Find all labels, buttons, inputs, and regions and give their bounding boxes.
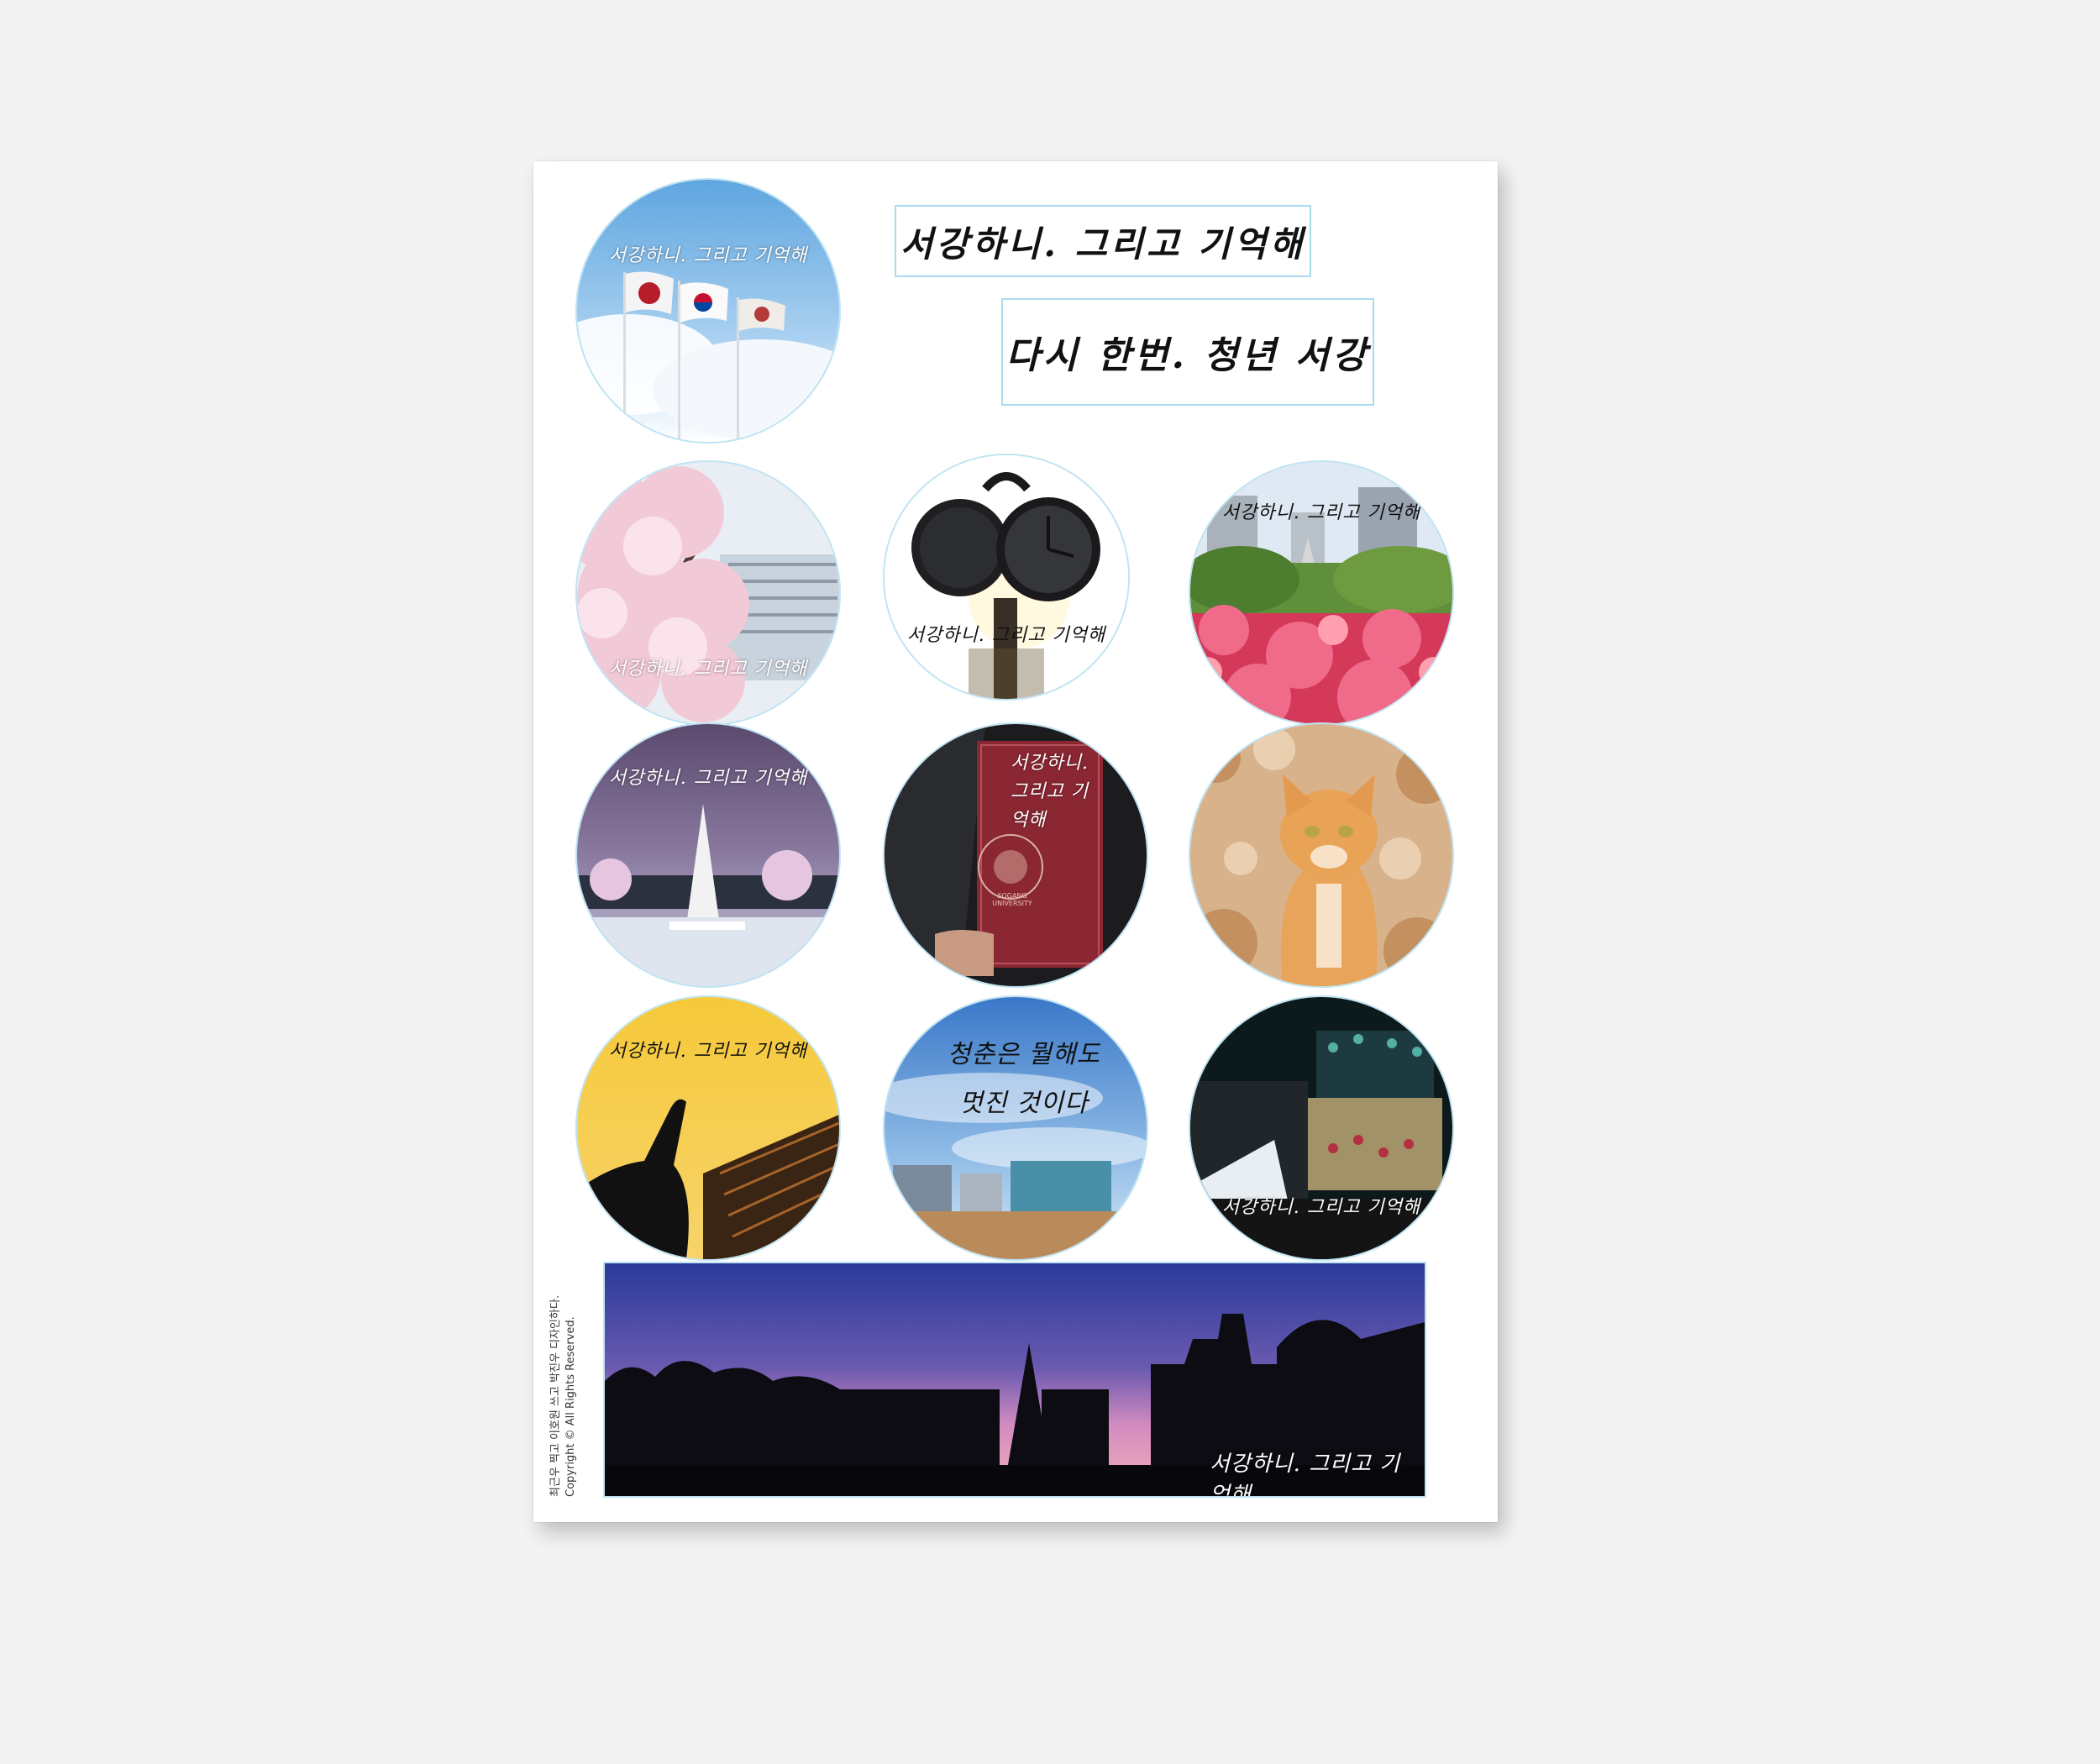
sticker-caption: 서강하니. 그리고 기억해 (1221, 502, 1421, 523)
cat-photo (1190, 724, 1452, 986)
copyright-rights: Copyright © All Rights Reserved. (564, 1316, 577, 1497)
sticker-festival: 서강하니. 그리고 기억해 (1190, 997, 1452, 1259)
sticker-flags: 서강하니. 그리고 기억해 (577, 180, 839, 442)
sticker-caption: 서강하니. 그리고 기억해 (608, 1041, 808, 1062)
label-sticker-2: 다시 한번. 청년 서강 (1001, 298, 1374, 406)
sticker-caption: 서강하니. 그리고 기억해 (608, 659, 808, 680)
sticker-caption: 서강하니. 그리고 기억해 (1011, 753, 1089, 831)
copyright-credits: 최근우 찍고 이호원 쓰고 박진우 디자인하다. (549, 1294, 562, 1497)
cherry-blossom-photo (577, 462, 839, 724)
sunset-banner: 서강하니. 그리고 기억해 (605, 1263, 1425, 1496)
clock-photo (885, 455, 1128, 699)
sticker-diploma: SOGANG UNIVERSITY 서강하니. 그리고 기억해 (885, 724, 1147, 986)
festival-photo (1190, 997, 1452, 1259)
sticker-night-tower: 서강하니. 그리고 기억해 (577, 724, 839, 986)
sticker-caption: 서강하니. 그리고 기억해 (906, 625, 1106, 646)
sticker-silhouette: 서강하니. 그리고 기억해 (577, 997, 839, 1259)
sticker-clock: 서강하니. 그리고 기억해 (885, 455, 1128, 699)
sticker-sheet: 서강하니. 그리고 기억해 서강하니. 그리고 기억해 다시 한번. 청년 서강… (533, 161, 1498, 1522)
flags-photo (577, 180, 839, 442)
sticker-caption: 서강하니. 그리고 기억해 (1221, 1197, 1421, 1218)
sticker-cat (1190, 724, 1452, 986)
banner-caption: 서강하니. 그리고 기억해 (1210, 1452, 1401, 1496)
copyright-text: 최근우 찍고 이호원 쓰고 박진우 디자인하다. Copyright © All… (549, 1228, 579, 1497)
sticker-cherry-blossom: 서강하니. 그리고 기억해 (577, 462, 839, 724)
diploma-seal-text: SOGANG UNIVERSITY (992, 892, 1032, 907)
sticker-azalea-garden: 서강하니. 그리고 기억해 (1190, 462, 1452, 724)
label-sticker-1: 서강하니. 그리고 기억해 (895, 205, 1311, 277)
sticker-caption: 청춘은 뭘해도 멋진 것이다 (947, 1040, 1101, 1118)
sticker-caption: 서강하니. 그리고 기억해 (608, 768, 808, 789)
sticker-campus-sky: 청춘은 뭘해도 멋진 것이다 (885, 997, 1147, 1259)
sticker-caption: 서강하니. 그리고 기억해 (608, 245, 808, 266)
